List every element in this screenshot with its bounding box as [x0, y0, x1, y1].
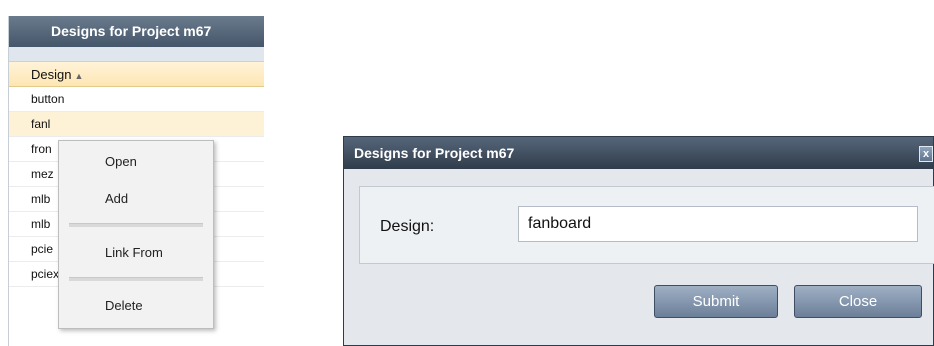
design-field-label: Design:	[380, 218, 435, 235]
row-label: fanl	[31, 117, 51, 131]
close-button[interactable]: Close	[794, 285, 922, 318]
row-label: fron	[31, 142, 52, 156]
submit-button[interactable]: Submit	[654, 285, 778, 318]
design-input[interactable]	[518, 206, 918, 242]
table-row[interactable]: button	[9, 87, 264, 112]
row-label: mlb	[31, 217, 51, 231]
panel-title: Designs for Project m67	[9, 16, 264, 47]
row-label: pcie	[31, 242, 54, 256]
dialog-form: Design:	[359, 186, 934, 264]
table-row-selected[interactable]: fanl	[9, 112, 264, 137]
row-label: mez	[31, 167, 54, 181]
dialog-title: Designs for Project m67	[344, 137, 933, 169]
menu-item-open[interactable]: Open	[105, 154, 137, 169]
menu-separator	[69, 277, 203, 281]
row-label: mlb	[31, 192, 51, 206]
row-label: button	[31, 92, 65, 106]
menu-item-delete[interactable]: Delete	[105, 298, 143, 313]
panel-toolbar	[9, 47, 264, 62]
column-header-label: Design	[31, 67, 72, 82]
menu-item-link-from[interactable]: Link From	[105, 245, 163, 260]
menu-item-add[interactable]: Add	[105, 191, 128, 206]
column-header-design[interactable]: Design ▲	[9, 62, 264, 87]
menu-separator	[69, 223, 203, 227]
designs-dialog: Designs for Project m67 x Design: Submit…	[343, 136, 934, 346]
sort-ascending-icon: ▲	[74, 71, 84, 81]
close-icon[interactable]: x	[919, 146, 933, 162]
context-menu: Open Add Link From Delete	[58, 140, 214, 329]
